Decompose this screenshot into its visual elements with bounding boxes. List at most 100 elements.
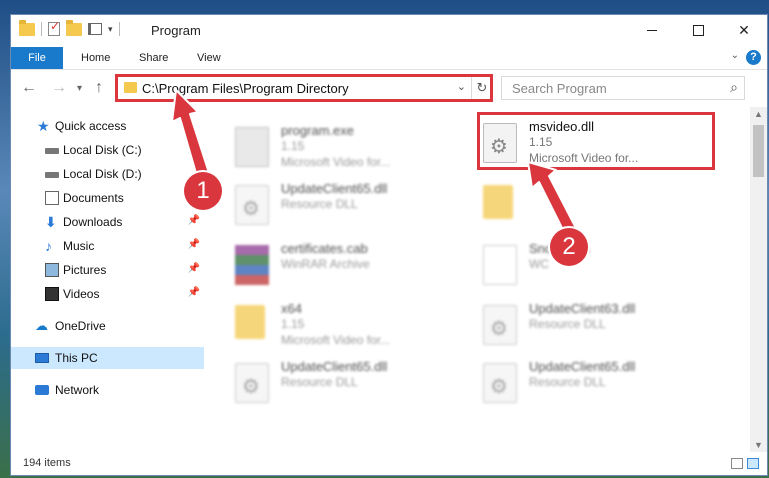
close-icon: ✕ <box>738 21 750 38</box>
scroll-thumb[interactable] <box>753 125 764 177</box>
sidebar-item-videos[interactable]: Videos 📌 <box>11 283 204 305</box>
file-item-updateclient65-dll[interactable]: UpdateClient65.dll Resource DLL <box>235 179 465 235</box>
file-type: Resource DLL <box>529 317 606 331</box>
file-type: Resource DLL <box>281 375 358 389</box>
pin-icon[interactable]: 📌 <box>188 263 200 274</box>
sidebar-item-onedrive[interactable]: ☁ OneDrive <box>11 315 204 337</box>
documents-icon <box>45 191 59 205</box>
folder-icon <box>19 19 35 36</box>
sidebar-item-label: OneDrive <box>55 319 106 333</box>
pin-icon[interactable]: 📌 <box>188 215 200 226</box>
forward-button[interactable]: → <box>51 79 67 97</box>
properties-check-icon[interactable] <box>48 19 60 36</box>
file-description: Microsoft Video for... <box>281 155 391 169</box>
back-button[interactable]: ← <box>21 79 37 97</box>
title-bar: ▾ Program ✕ <box>11 15 767 47</box>
callout-step-1: 1 <box>184 172 222 210</box>
search-icon: ⌕ <box>730 79 738 95</box>
file-name: x64 <box>281 301 302 316</box>
expand-ribbon-icon[interactable]: ⌄ <box>731 50 739 61</box>
file-item-certificates-cab[interactable]: certificates.cab WinRAR Archive <box>235 239 465 295</box>
navigation-pane: ★ Quick access Local Disk (C:) 📌 Local D… <box>11 107 204 452</box>
tab-home[interactable]: Home <box>81 47 110 69</box>
file-item-wcm[interactable]: Sno...wcm WC <box>483 239 713 295</box>
sidebar-item-music[interactable]: ♪ Music 📌 <box>11 235 204 257</box>
recent-locations-icon[interactable]: ▾ <box>77 83 82 94</box>
maximize-button[interactable] <box>675 15 721 45</box>
tab-file[interactable]: File <box>11 47 63 69</box>
file-type: WC <box>529 257 549 271</box>
file-type: Resource DLL <box>529 375 606 389</box>
cloud-icon: ☁ <box>35 318 48 333</box>
sidebar-item-label: Music <box>63 239 95 253</box>
minimize-icon <box>647 29 657 31</box>
sidebar-item-label: Pictures <box>63 263 107 277</box>
new-folder-icon[interactable] <box>66 19 82 36</box>
scroll-down-icon[interactable]: ▼ <box>754 440 763 450</box>
file-name: UpdateClient65.dll <box>529 359 636 374</box>
minimize-button[interactable] <box>629 15 675 45</box>
close-button[interactable]: ✕ <box>721 15 767 45</box>
file-item-updateclient65-dll[interactable]: UpdateClient65.dll Resource DLL <box>235 357 465 413</box>
pictures-icon <box>45 263 59 277</box>
callout-step-2: 2 <box>550 228 588 266</box>
ribbon-tabs: File Home Share View ⌄ ? <box>11 47 767 70</box>
pin-icon[interactable]: 📌 <box>188 239 200 250</box>
file-item-folder[interactable] <box>483 179 713 235</box>
sidebar-item-documents[interactable]: Documents <box>11 187 204 209</box>
search-input[interactable]: Search Program ⌕ <box>501 76 745 100</box>
help-icon[interactable]: ? <box>746 50 761 65</box>
toolbar-divider <box>41 22 42 36</box>
sidebar-item-label: Videos <box>63 287 100 301</box>
sidebar-item-quick-access[interactable]: ★ Quick access <box>11 115 204 137</box>
file-name: UpdateClient65.dll <box>281 359 388 374</box>
sidebar-item-local-disk-d[interactable]: Local Disk (D:) <box>11 163 204 185</box>
item-count: 194 items <box>23 457 71 469</box>
sidebar-item-label: This PC <box>55 351 98 365</box>
up-button[interactable]: ↑ <box>95 79 103 97</box>
sidebar-item-local-disk-c[interactable]: Local Disk (C:) 📌 <box>11 139 204 161</box>
window-title: Program <box>151 23 201 38</box>
application-icon <box>235 127 269 167</box>
address-highlight-box <box>115 74 493 102</box>
sidebar-item-pictures[interactable]: Pictures 📌 <box>11 259 204 281</box>
file-item-updateclient63-dll[interactable]: UpdateClient63.dll Resource DLL <box>483 299 713 355</box>
sidebar-item-this-pc[interactable]: This PC <box>11 347 204 369</box>
sidebar-item-label: Local Disk (D:) <box>63 167 142 181</box>
search-placeholder: Search Program <box>512 81 607 96</box>
file-description: Microsoft Video for... <box>281 333 391 347</box>
folder-icon <box>235 305 265 339</box>
file-item-program-exe[interactable]: program.exe 1.15 Microsoft Video for... <box>235 121 465 177</box>
sidebar-item-label: Local Disk (C:) <box>63 143 142 157</box>
maximize-icon <box>692 24 704 36</box>
file-name: program.exe <box>281 123 354 138</box>
file-version: 1.15 <box>281 317 305 331</box>
vertical-scrollbar[interactable]: ▲ ▼ <box>750 107 767 452</box>
file-type: Resource DLL <box>281 197 358 211</box>
videos-icon <box>45 287 59 301</box>
tab-share[interactable]: Share <box>139 47 168 69</box>
file-item-updateclient65-dll[interactable]: UpdateClient65.dll Resource DLL <box>483 357 713 413</box>
file-item-x64[interactable]: x64 1.15 Microsoft Video for... <box>235 299 465 355</box>
tab-view[interactable]: View <box>197 47 221 69</box>
window-controls: ✕ <box>629 15 767 45</box>
pin-icon[interactable]: 📌 <box>188 287 200 298</box>
view-toggle <box>731 458 759 469</box>
computer-icon <box>35 353 49 363</box>
quick-access-toolbar: ▾ <box>19 19 120 36</box>
tiles-view-button[interactable] <box>747 458 759 469</box>
file-name: certificates.cab <box>281 241 368 256</box>
chevron-down-icon[interactable]: ▾ <box>108 24 113 35</box>
file-icon <box>483 245 517 285</box>
file-highlight-box <box>477 112 715 170</box>
sidebar-item-network[interactable]: Network <box>11 379 204 401</box>
details-view-button[interactable] <box>731 458 743 469</box>
sidebar-item-downloads[interactable]: ⬇ Downloads 📌 <box>11 211 204 233</box>
file-type: WinRAR Archive <box>281 257 370 271</box>
navigation-bar: ← → ▾ ↑ C:\Program Files\Program Directo… <box>11 74 767 103</box>
properties-icon[interactable] <box>88 23 102 35</box>
toolbar-divider <box>118 22 120 36</box>
pin-icon[interactable]: 📌 <box>188 143 200 154</box>
sidebar-item-label: Quick access <box>55 119 127 133</box>
scroll-up-icon[interactable]: ▲ <box>754 109 763 119</box>
